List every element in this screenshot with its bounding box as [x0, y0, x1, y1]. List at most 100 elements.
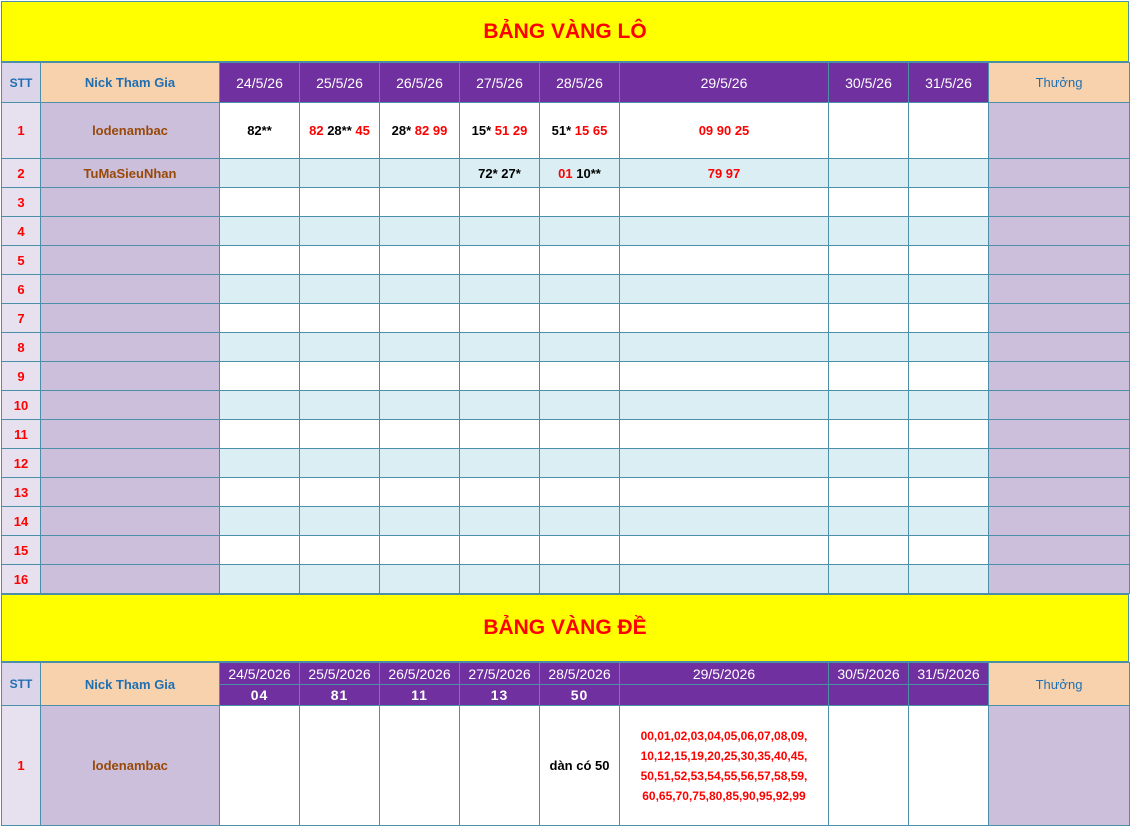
lo-stt-header: STT [1, 62, 41, 103]
row-number: 6 [1, 274, 41, 304]
row-number: 11 [1, 419, 41, 449]
lo-table-row: 3 [1, 187, 1130, 217]
lo-pick-cell: 82 28** 45 [299, 102, 380, 159]
reward-cell [988, 705, 1130, 826]
lo-pick-cell [828, 419, 909, 449]
lo-pick-cell [219, 274, 300, 304]
lo-pick-cell [539, 187, 620, 217]
lo-pick-number: 10** [576, 165, 601, 181]
lo-pick-cell [908, 332, 989, 362]
de-date-header: 30/5/2026 [828, 662, 909, 685]
player-nick [40, 390, 220, 420]
lo-pick-cell [459, 477, 540, 507]
reward-cell [988, 477, 1130, 507]
lo-pick-cell [619, 274, 829, 304]
player-nick: lodenambac [40, 705, 220, 826]
lo-pick-cell [379, 187, 460, 217]
de-result-cell: 04 [219, 684, 300, 706]
lo-pick-cell [379, 390, 460, 420]
player-nick [40, 303, 220, 333]
player-nick [40, 216, 220, 246]
lo-pick-cell [459, 187, 540, 217]
lo-pick-cell [379, 332, 460, 362]
lo-pick-cell [908, 506, 989, 536]
de-pick-cell: 00,01,02,03,04,05,06,07,08,09, 10,12,15,… [619, 705, 829, 826]
de-title: BẢNG VÀNG ĐỀ [483, 616, 647, 639]
lo-table-row: 10 [1, 390, 1130, 420]
de-result-cell [828, 684, 909, 706]
lo-pick-cell [908, 303, 989, 333]
de-date-header: 28/5/2026 [539, 662, 620, 685]
lo-pick-cell: 82** [219, 102, 300, 159]
lo-pick-cell [379, 506, 460, 536]
lo-pick-cell [619, 477, 829, 507]
player-nick [40, 506, 220, 536]
lo-pick-cell [459, 448, 540, 478]
lo-date-header: 30/5/26 [828, 62, 909, 103]
reward-cell [988, 303, 1130, 333]
row-number: 15 [1, 535, 41, 565]
lo-table-row: 1 lodenambac 82** 82 28** 45 28* 82 99 15* 51… [1, 102, 1130, 159]
lo-pick-cell [219, 419, 300, 449]
reward-cell [988, 102, 1130, 159]
lo-pick-number: 82 [309, 123, 324, 138]
row-number: 2 [1, 158, 41, 188]
lo-pick-cell [619, 361, 829, 391]
de-date-header: 25/5/2026 [299, 662, 380, 685]
de-date-header: 27/5/2026 [459, 662, 540, 685]
de-date-header: 26/5/2026 [379, 662, 460, 685]
player-nick [40, 419, 220, 449]
lo-pick-cell [828, 303, 909, 333]
lo-pick-cell [828, 448, 909, 478]
lo-pick-cell [219, 564, 300, 594]
lo-header-row: STT Nick Tham Gia 24/5/26 25/5/26 26/5/2… [1, 62, 1130, 103]
lo-pick-cell [828, 216, 909, 246]
lo-pick-number: 72* 27* [478, 165, 521, 181]
lo-pick-cell [379, 245, 460, 275]
lo-pick-cell [219, 187, 300, 217]
lo-pick-cell [908, 535, 989, 565]
lo-pick-number: 45 [355, 123, 370, 138]
lo-pick-cell [459, 419, 540, 449]
lo-pick-cell [459, 564, 540, 594]
lo-table-row: 8 [1, 332, 1130, 362]
lo-date-header: 29/5/26 [619, 62, 829, 103]
de-date-header: 31/5/2026 [908, 662, 989, 685]
reward-cell [988, 245, 1130, 275]
lo-pick-cell [908, 477, 989, 507]
lo-date-header: 25/5/26 [299, 62, 380, 103]
player-nick [40, 564, 220, 594]
de-stt-header: STT [1, 662, 41, 706]
lo-pick-cell [828, 361, 909, 391]
lo-table-row: 5 [1, 245, 1130, 275]
lo-pick-cell [539, 535, 620, 565]
reward-cell [988, 390, 1130, 420]
player-nick: TuMaSieuNhan [40, 158, 220, 188]
lo-pick-cell [539, 274, 620, 304]
lo-pick-cell [459, 535, 540, 565]
lo-pick-cell [828, 390, 909, 420]
lo-pick-cell [219, 158, 300, 188]
lo-pick-cell [299, 535, 380, 565]
lo-pick-cell [299, 419, 380, 449]
lo-pick-cell [539, 506, 620, 536]
lo-pick-cell [219, 477, 300, 507]
lo-pick-cell [299, 245, 380, 275]
lo-pick-number: 82** [247, 123, 272, 138]
lo-pick-cell [299, 448, 380, 478]
lo-pick-cell [828, 187, 909, 217]
lo-pick-cell [379, 419, 460, 449]
row-number: 9 [1, 361, 41, 391]
lo-table-row: 6 [1, 274, 1130, 304]
de-pick-cell: dàn có 50 [539, 705, 620, 826]
de-header-row: STT Nick Tham Gia 24/5/2026 25/5/2026 26… [1, 662, 1130, 706]
de-result-cell: 13 [459, 684, 540, 706]
de-reward-header: Thưởng [988, 662, 1130, 706]
player-nick [40, 535, 220, 565]
row-number: 13 [1, 477, 41, 507]
de-result-cell: 50 [539, 684, 620, 706]
lo-table-row: 15 [1, 535, 1130, 565]
lo-table-row: 9 [1, 361, 1130, 391]
lo-date-header: 27/5/26 [459, 62, 540, 103]
de-pick-cell [379, 705, 460, 826]
